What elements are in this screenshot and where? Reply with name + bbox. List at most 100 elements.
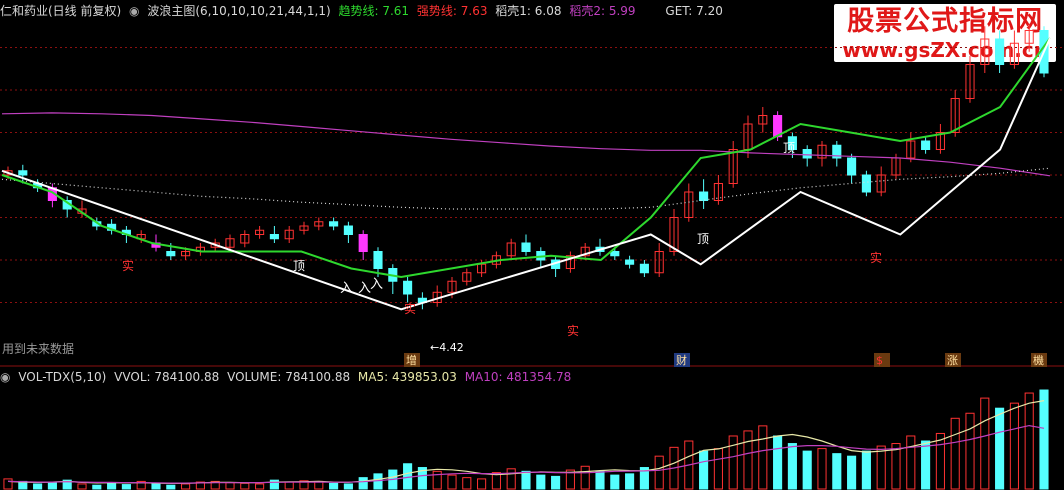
candle xyxy=(995,30,1005,73)
event-badge-label: 财 xyxy=(676,353,687,367)
volume-bar xyxy=(654,455,664,490)
candle xyxy=(802,145,812,167)
volume-bar xyxy=(950,417,960,490)
series-wave-line xyxy=(1,37,1051,311)
event-badge-label: 涨 xyxy=(947,354,958,367)
event-badge: 涨 xyxy=(945,353,961,367)
candle xyxy=(713,175,723,205)
volume-bar xyxy=(343,483,353,490)
volume-bar xyxy=(477,478,487,490)
volume-bar xyxy=(773,435,783,490)
candle xyxy=(462,268,472,286)
volume-bar xyxy=(1039,389,1049,490)
event-badge: 财 xyxy=(674,353,690,367)
series-rice-husk-1 xyxy=(1,167,1051,210)
volume-bar xyxy=(121,484,131,490)
candle xyxy=(240,230,250,248)
candle xyxy=(980,26,990,73)
candle-body xyxy=(861,174,871,193)
candle xyxy=(195,243,205,256)
candle xyxy=(921,136,931,154)
volume-bar xyxy=(462,477,472,490)
volume-bar xyxy=(358,477,368,490)
candle xyxy=(269,226,279,243)
volume-bar xyxy=(743,430,753,490)
volume-bar xyxy=(1024,392,1034,490)
volume-bar xyxy=(832,453,842,490)
volume-bar xyxy=(181,483,191,490)
candle xyxy=(1009,30,1019,69)
volume-bar xyxy=(447,474,457,490)
candle xyxy=(758,107,768,133)
volume-bar xyxy=(536,474,546,490)
top-marker-label: 顶 xyxy=(697,232,709,246)
candle-body xyxy=(18,170,28,176)
volume-bar xyxy=(284,481,294,490)
candle xyxy=(403,277,413,303)
candle xyxy=(699,179,709,209)
candle-body xyxy=(847,157,857,176)
volume-bar xyxy=(935,432,945,490)
candle-body xyxy=(802,149,812,159)
event-badge-label: $ xyxy=(876,354,883,367)
volume-bar xyxy=(595,470,605,490)
candle xyxy=(432,285,442,307)
candle xyxy=(417,292,427,310)
future-data-note: 用到未来数据 xyxy=(2,342,75,356)
candle-body xyxy=(521,242,531,252)
candle xyxy=(847,153,857,184)
volume-bar xyxy=(151,482,161,490)
candle xyxy=(832,141,842,167)
volume-bar xyxy=(255,483,265,490)
candle-body xyxy=(610,251,620,257)
candle xyxy=(965,56,975,103)
candle xyxy=(743,115,753,158)
volume-bar xyxy=(876,445,886,490)
candle-body xyxy=(995,38,1005,65)
volume-bar xyxy=(625,473,635,490)
volume-bar xyxy=(787,443,797,490)
volume-bar xyxy=(225,482,235,490)
solid-marker-label: 实 xyxy=(404,301,416,316)
volume-chart[interactable] xyxy=(0,368,1064,490)
candle xyxy=(299,221,309,235)
candle xyxy=(284,226,294,243)
candle xyxy=(625,255,635,269)
candle xyxy=(728,141,738,188)
volume-bar xyxy=(995,407,1005,490)
volume-bar xyxy=(47,481,57,490)
volume-bar xyxy=(551,475,561,490)
volume-bar xyxy=(92,484,102,490)
candle xyxy=(595,238,605,256)
volume-bar xyxy=(728,435,738,490)
volume-bar xyxy=(610,474,620,490)
volume-bar xyxy=(861,450,871,490)
candle xyxy=(861,170,871,197)
solid-marker-label: 实 xyxy=(870,250,882,265)
volume-bar xyxy=(77,483,87,490)
candle xyxy=(329,217,339,231)
solid-marker-label: 实 xyxy=(122,258,134,273)
price-chart[interactable]: 顶顶顶实实实实入 入入←4.42增财 $ 涨機 xyxy=(0,0,1064,368)
volume-bar xyxy=(240,482,250,490)
candle-body xyxy=(343,225,353,235)
volume-bar xyxy=(329,482,339,490)
volume-bar xyxy=(758,425,768,490)
volume-bar xyxy=(980,397,990,490)
candle-body xyxy=(639,263,649,274)
candle-body xyxy=(166,251,176,257)
candle-body xyxy=(699,191,709,201)
volume-bar xyxy=(1009,402,1019,490)
volume-bar xyxy=(847,455,857,490)
volume-bar xyxy=(906,435,916,490)
candle-body xyxy=(269,234,279,240)
low-price-label: ←4.42 xyxy=(430,341,464,354)
candle xyxy=(255,226,265,239)
candle xyxy=(107,219,117,235)
candle xyxy=(358,230,368,260)
event-badge: 機 xyxy=(1031,353,1047,367)
volume-bar xyxy=(802,450,812,490)
event-badge: 增 xyxy=(404,353,420,367)
volume-bar xyxy=(699,450,709,490)
event-badge: $ xyxy=(874,353,890,367)
